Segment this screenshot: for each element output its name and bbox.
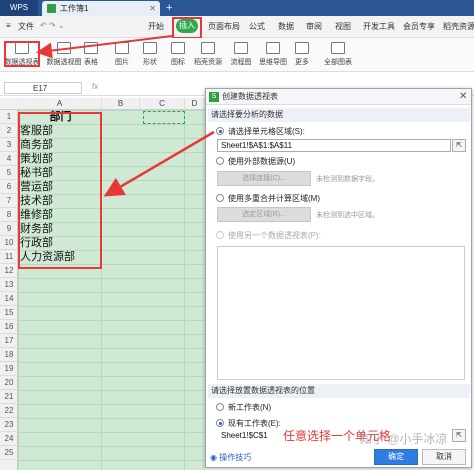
annotation-arrows [36, 35, 215, 197]
arrow-to-data-range [103, 130, 215, 197]
arrow-to-pivot-button [36, 35, 173, 59]
app-window: WPS 工作簿1 ✕ + ≡ 文件 ↶ ↷ ⌄ 开始 插入 页面布局 公式 数据… [0, 0, 474, 470]
